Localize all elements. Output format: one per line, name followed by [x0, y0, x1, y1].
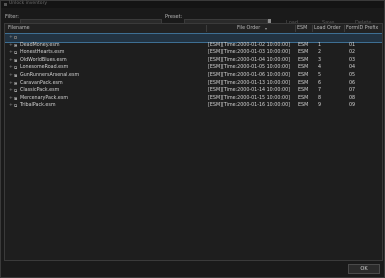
- title-bar[interactable]: Unlock inventory: [1, 1, 384, 8]
- header-formid-prefix[interactable]: FormID Prefix: [346, 24, 378, 33]
- plus-icon[interactable]: +: [9, 49, 13, 57]
- cell-formid-prefix: 07: [349, 88, 356, 94]
- plus-icon[interactable]: +: [9, 80, 13, 88]
- cell-filename: LonesomeRoad.esm: [20, 65, 69, 71]
- unlock-inventory-window: Unlock inventory Filter: Preset: Load Sa…: [0, 0, 385, 278]
- table-row[interactable]: + MercenaryPack.esm [ESM][Time:2000-01-15 …: [5, 95, 382, 103]
- cell-esm: ESM: [298, 80, 309, 86]
- cell-filename: TribalPack.esm: [20, 103, 56, 109]
- plugin-checkbox[interactable]: [14, 81, 17, 85]
- header-esm[interactable]: ESM: [297, 24, 307, 33]
- table-row[interactable]: +: [5, 33, 382, 43]
- cell-load-order: 4: [318, 65, 322, 71]
- table-row[interactable]: + CaravanPack.esm [ESM][Time:2000-01-13 10…: [5, 80, 382, 88]
- header-load-order[interactable]: Load Order: [314, 24, 341, 33]
- cell-esm: ESM: [298, 95, 309, 101]
- cell-formid-prefix: 09: [349, 103, 356, 109]
- cell-file-order: [ESM][Time:2000-01-05 10:00:00]: [208, 65, 291, 71]
- cell-esm: ESM: [298, 57, 309, 63]
- plugin-checkbox[interactable]: [14, 51, 17, 55]
- ok-button[interactable]: OK: [348, 264, 380, 274]
- table-row[interactable]: + ClassicPack.esm [ESM][Time:2000-01-14 10…: [5, 87, 382, 95]
- cell-formid-prefix: 01: [349, 42, 356, 48]
- table-row[interactable]: + DeadMoney.esm [ESM][Time:2000-01-02 10:0…: [5, 42, 382, 50]
- cell-filename: MercenaryPack.esm: [20, 95, 69, 101]
- cell-formid-prefix: 06: [349, 80, 356, 86]
- plus-icon[interactable]: +: [9, 87, 13, 95]
- cell-filename: CaravanPack.esm: [20, 80, 63, 86]
- plus-icon[interactable]: +: [9, 57, 13, 65]
- column-divider[interactable]: [312, 25, 313, 32]
- cell-file-order: [ESM][Time:2000-01-13 10:00:00]: [208, 80, 291, 86]
- plus-icon[interactable]: +: [9, 42, 13, 50]
- cell-file-order: [ESM][Time:2000-01-04 10:00:00]: [208, 57, 291, 63]
- table-row[interactable]: + TribalPack.esm [ESM][Time:2000-01-16 10:…: [5, 102, 382, 110]
- cell-esm: ESM: [298, 103, 309, 109]
- table-row[interactable]: + OldWorldBlues.esm [ESM][Time:2000-01-04 …: [5, 57, 382, 65]
- sort-down-icon: ▾: [265, 26, 268, 31]
- cell-esm: ESM: [298, 42, 309, 48]
- cell-file-order: [ESM][Time:2000-01-06 10:00:00]: [208, 72, 291, 78]
- table-row[interactable]: + LonesomeRoad.esm [ESM][Time:2000-01-05 1…: [5, 64, 382, 72]
- cell-load-order: 8: [318, 95, 322, 101]
- cell-filename: DeadMoney.esm: [20, 42, 60, 48]
- cell-formid-prefix: 08: [349, 95, 356, 101]
- cell-filename: ClassicPack.esm: [20, 88, 60, 94]
- plugin-checkbox[interactable]: [14, 96, 17, 100]
- plugin-checkbox[interactable]: [14, 66, 17, 70]
- table-row[interactable]: + GunRunnersArsenal.esm [ESM][Time:2000-01…: [5, 72, 382, 80]
- header-filename[interactable]: Filename: [8, 24, 30, 33]
- column-divider[interactable]: [295, 25, 296, 32]
- cell-load-order: 6: [318, 80, 322, 86]
- cell-file-order: [ESM][Time:2000-01-02 10:00:00]: [208, 42, 291, 48]
- table-body: + + DeadMoney.esm [ESM][Time:2000-01-02 10:…: [5, 33, 382, 110]
- plugin-checkbox[interactable]: [14, 89, 17, 93]
- cell-formid-prefix: 03: [349, 57, 356, 63]
- cell-esm: ESM: [298, 65, 309, 71]
- cell-file-order: [ESM][Time:2000-01-03 10:00:00]: [208, 50, 291, 56]
- plus-icon[interactable]: +: [9, 95, 13, 103]
- footer: OK: [1, 261, 384, 277]
- plugin-checkbox[interactable]: [14, 73, 17, 77]
- cell-filename: OldWorldBlues.esm: [20, 57, 67, 63]
- column-divider[interactable]: [344, 25, 345, 32]
- cell-esm: ESM: [298, 50, 309, 56]
- table-header: Filename File Order ▾ ESM Load Order For…: [5, 24, 382, 34]
- column-divider[interactable]: [206, 25, 207, 32]
- plugin-checkbox[interactable]: [14, 43, 17, 47]
- cell-load-order: 5: [318, 72, 322, 78]
- cell-esm: ESM: [298, 72, 309, 78]
- cell-load-order: 7: [318, 88, 322, 94]
- plugin-table: Filename File Order ▾ ESM Load Order For…: [4, 23, 383, 261]
- cell-file-order: [ESM][Time:2000-01-14 10:00:00]: [208, 88, 291, 94]
- cell-load-order: 9: [318, 103, 322, 109]
- header-file-order[interactable]: File Order: [237, 24, 260, 33]
- plus-icon[interactable]: +: [9, 102, 13, 110]
- cell-load-order: 3: [318, 57, 322, 63]
- plus-icon[interactable]: +: [9, 72, 13, 80]
- plugin-checkbox[interactable]: [14, 58, 17, 62]
- plugin-checkbox[interactable]: [14, 104, 17, 108]
- cell-esm: ESM: [298, 88, 309, 94]
- plugin-checkbox[interactable]: [14, 36, 17, 39]
- cell-file-order: [ESM][Time:2000-01-16 10:00:00]: [208, 103, 291, 109]
- window-title: Unlock inventory: [9, 1, 48, 6]
- toolbar: Filter: Preset: Load Save Delete: [1, 9, 384, 27]
- plus-icon[interactable]: +: [9, 64, 13, 72]
- cell-formid-prefix: 05: [349, 72, 356, 78]
- cell-filename: HonestHearts.esm: [20, 50, 65, 56]
- cell-formid-prefix: 02: [349, 50, 356, 56]
- plus-icon[interactable]: +: [9, 34, 13, 42]
- cell-load-order: 1: [318, 42, 322, 48]
- cell-file-order: [ESM][Time:2000-01-15 10:00:00]: [208, 95, 291, 101]
- table-row[interactable]: + HonestHearts.esm [ESM][Time:2000-01-03 1…: [5, 49, 382, 57]
- cell-load-order: 2: [318, 50, 322, 56]
- app-icon: [4, 2, 7, 6]
- cell-filename: GunRunnersArsenal.esm: [20, 72, 80, 78]
- cell-formid-prefix: 04: [349, 65, 356, 71]
